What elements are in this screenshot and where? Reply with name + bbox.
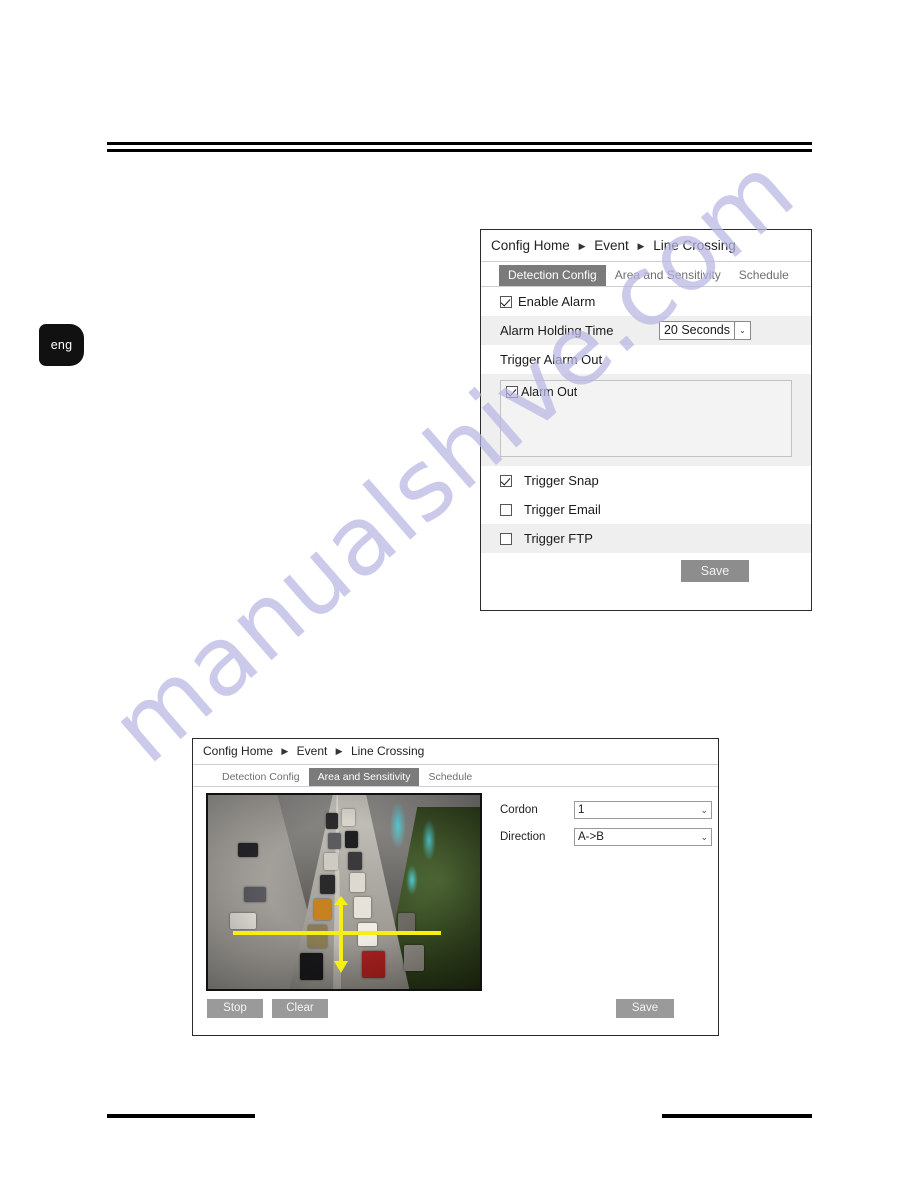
breadcrumb-item-line-crossing[interactable]: Line Crossing xyxy=(653,238,736,253)
video-preview[interactable] xyxy=(206,793,482,991)
trigger-snap-label: Trigger Snap xyxy=(524,473,599,488)
breadcrumb-separator-icon: ▶ xyxy=(637,241,645,251)
trigger-ftp-checkbox[interactable] xyxy=(500,532,512,545)
header-rule-lower xyxy=(107,149,812,152)
breadcrumb-item-event[interactable]: Event xyxy=(594,238,629,253)
alarm-out-checkbox[interactable] xyxy=(506,386,518,398)
enable-alarm-label: Enable Alarm xyxy=(518,294,596,309)
alarm-out-listbox[interactable]: Alarm Out xyxy=(500,380,792,457)
alarm-out-label: Alarm Out xyxy=(521,385,578,399)
breadcrumb-item-config-home[interactable]: Config Home xyxy=(491,238,570,253)
row-trigger-ftp: Trigger FTP xyxy=(481,524,811,553)
footer-rule-right xyxy=(662,1114,812,1118)
direction-arrow-head-icon xyxy=(334,961,348,973)
row-trigger-email: Trigger Email xyxy=(481,495,811,524)
footer-rule-left xyxy=(107,1114,255,1118)
row-enable-alarm: Enable Alarm xyxy=(481,287,811,316)
breadcrumb-separator-icon: ▶ xyxy=(281,746,289,756)
direction-value: A->B xyxy=(578,831,604,843)
alarm-holding-time-dropdown[interactable]: 20 Seconds ⌄ xyxy=(658,321,751,340)
trigger-email-label: Trigger Email xyxy=(524,502,601,517)
cordon-settings-form: Cordon 1 ⌄ Direction A->B ⌄ xyxy=(500,793,718,991)
trigger-snap-checkbox[interactable] xyxy=(500,474,512,487)
save-button[interactable]: Save xyxy=(616,999,674,1018)
field-cordon: Cordon 1 ⌄ xyxy=(500,801,718,819)
alarm-out-listbox-container: Alarm Out xyxy=(481,374,811,466)
direction-label: Direction xyxy=(500,831,546,843)
breadcrumb-item-config-home[interactable]: Config Home xyxy=(203,744,273,758)
cordon-select[interactable]: 1 ⌄ xyxy=(574,801,712,819)
tab-area-and-sensitivity[interactable]: Area and Sensitivity xyxy=(606,265,730,286)
row-trigger-alarm-out: Trigger Alarm Out xyxy=(481,345,811,374)
direction-arrow-shaft xyxy=(339,901,343,964)
tab-detection-config[interactable]: Detection Config xyxy=(213,768,309,786)
cordon-line-overlay[interactable] xyxy=(233,931,441,935)
cordon-label: Cordon xyxy=(500,804,538,816)
tab-schedule[interactable]: Schedule xyxy=(419,768,481,786)
stop-button[interactable]: Stop xyxy=(207,999,263,1018)
enable-alarm-checkbox[interactable] xyxy=(500,295,512,308)
trigger-alarm-out-label: Trigger Alarm Out xyxy=(500,352,603,367)
preview-vignette xyxy=(208,795,480,989)
chevron-down-icon[interactable]: ⌄ xyxy=(700,832,708,842)
row-trigger-snap: Trigger Snap xyxy=(481,466,811,495)
language-tab-eng[interactable]: eng xyxy=(39,324,84,366)
breadcrumb-item-line-crossing[interactable]: Line Crossing xyxy=(351,744,424,758)
breadcrumb-separator-icon: ▶ xyxy=(578,241,586,251)
tab-bar: Detection Config Area and Sensitivity Sc… xyxy=(193,765,718,787)
panel-footer: Stop Clear Save xyxy=(193,991,718,1018)
save-bar: Save xyxy=(481,553,811,582)
direction-arrow-tail-icon xyxy=(334,896,348,905)
alarm-holding-time-label: Alarm Holding Time xyxy=(500,323,614,338)
tab-schedule[interactable]: Schedule xyxy=(730,265,798,286)
breadcrumb-item-event[interactable]: Event xyxy=(297,744,328,758)
breadcrumb: Config Home ▶ Event ▶ Line Crossing xyxy=(481,230,811,262)
trigger-ftp-label: Trigger FTP xyxy=(524,531,593,546)
panel-body: Cordon 1 ⌄ Direction A->B ⌄ xyxy=(193,787,718,991)
detection-config-panel: Config Home ▶ Event ▶ Line Crossing Dete… xyxy=(480,229,812,611)
clear-button[interactable]: Clear xyxy=(272,999,328,1018)
header-rule-upper xyxy=(107,142,812,145)
field-direction: Direction A->B ⌄ xyxy=(500,828,718,846)
chevron-down-icon[interactable]: ⌄ xyxy=(734,322,750,339)
trigger-email-checkbox[interactable] xyxy=(500,503,512,516)
save-button[interactable]: Save xyxy=(681,560,749,582)
list-item: Alarm Out xyxy=(506,385,786,399)
tab-detection-config[interactable]: Detection Config xyxy=(499,265,606,286)
alarm-holding-time-value: 20 Seconds xyxy=(663,323,730,337)
tab-bar: Detection Config Area and Sensitivity Sc… xyxy=(481,262,811,287)
direction-select[interactable]: A->B ⌄ xyxy=(574,828,712,846)
breadcrumb: Config Home ▶ Event ▶ Line Crossing xyxy=(193,739,718,765)
language-tab-label: eng xyxy=(50,338,73,352)
cordon-value: 1 xyxy=(578,804,585,816)
chevron-down-icon[interactable]: ⌄ xyxy=(700,805,708,815)
breadcrumb-separator-icon: ▶ xyxy=(335,746,343,756)
tab-area-and-sensitivity[interactable]: Area and Sensitivity xyxy=(308,768,420,786)
row-alarm-holding-time: Alarm Holding Time 20 Seconds ⌄ xyxy=(481,316,811,345)
area-sensitivity-panel: Config Home ▶ Event ▶ Line Crossing Dete… xyxy=(192,738,719,1036)
